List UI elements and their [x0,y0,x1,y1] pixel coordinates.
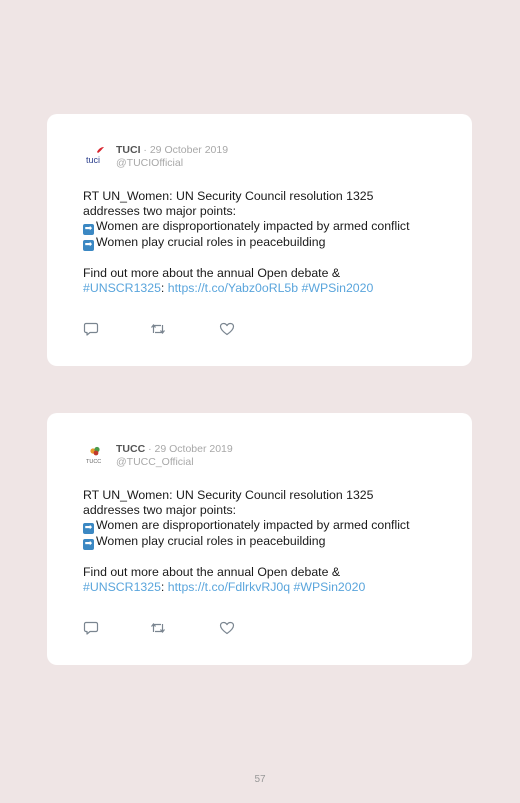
author-handle[interactable]: @TUCIOfficial [116,157,228,170]
like-button[interactable] [219,620,235,636]
right-arrow-icon: ➡ [83,240,94,251]
hashtag-link[interactable]: #UNSCR1325 [83,281,161,295]
retweet-button[interactable] [150,620,166,636]
heart-icon [219,322,235,336]
hashtag-link[interactable]: #WPSin2020 [302,281,374,295]
retweet-icon [151,324,165,334]
tweet-date: 29 October 2019 [149,144,229,156]
tweet-point-text: Women are disproportionately impacted by… [96,518,410,532]
tweet-text: RT UN_Women: UN Security Council resolut… [83,189,458,296]
reply-button[interactable] [83,620,99,636]
author-name[interactable]: TUCI [116,144,141,156]
tweet-point-text: Women play crucial roles in peacebuildin… [96,235,326,249]
tweet-author: TUCC · 29 October 2019 @TUCC_Official [116,443,233,469]
retweet-icon [151,623,165,633]
tweet-line: Find out more about the annual Open deba… [83,565,341,579]
page-number: 57 [254,774,266,785]
tweet-point: ➡ Women are disproportionately impacted b… [83,219,458,235]
colon: : [160,281,165,295]
tweet-links-line: #UNSCR1325: https://t.co/FdlrkvRJ0q #WPS… [83,580,458,595]
avatar[interactable]: TUCC [85,444,107,466]
tweet-point-text: Women play crucial roles in peacebuildin… [96,534,326,548]
right-arrow-icon: ➡ [83,523,94,534]
heart-icon [219,621,235,635]
tweet-point: ➡ Women play crucial roles in peacebuildi… [83,534,458,550]
tweet-line: addresses two major points: [83,204,237,218]
hashtag-link[interactable]: #UNSCR1325 [83,580,161,594]
reply-icon [83,322,99,336]
tweet-line: RT UN_Women: UN Security Council resolut… [83,189,374,203]
author-handle[interactable]: @TUCC_Official [116,456,233,469]
colon: : [160,580,165,594]
tweet-point: ➡ Women are disproportionately impacted b… [83,518,458,534]
tweet-author: TUCI · 29 October 2019 @TUCIOfficial [116,144,228,170]
tweet-date: 29 October 2019 [154,443,233,455]
retweet-button[interactable] [150,321,166,337]
avatar[interactable]: tuci [85,145,107,167]
tweet-card: TUCC TUCC · 29 October 2019 @TUCC_Offici… [47,413,472,665]
avatar-logo-text: tuci [86,155,100,165]
tweet-point-text: Women are disproportionately impacted by… [96,219,410,233]
tweet-line: addresses two major points: [83,503,237,517]
like-button[interactable] [219,321,235,337]
right-arrow-icon: ➡ [83,539,94,550]
separator-dot: · [140,144,150,156]
reply-button[interactable] [83,321,99,337]
author-name[interactable]: TUCC [116,443,145,455]
url-link[interactable]: https://t.co/FdlrkvRJ0q [168,580,290,594]
right-arrow-icon: ➡ [83,224,94,235]
tweet-links-line: #UNSCR1325: https://t.co/Yabz0oRL5b #WPS… [83,281,458,296]
tweet-point: ➡ Women play crucial roles in peacebuildi… [83,235,458,251]
reply-icon [83,621,99,635]
tweet-card: tuci TUCI · 29 October 2019 @TUCIOfficia… [47,114,472,366]
tweet-text: RT UN_Women: UN Security Council resolut… [83,488,458,595]
url-link[interactable]: https://t.co/Yabz0oRL5b [168,281,298,295]
separator-dot: · [145,443,155,455]
tweet-line: RT UN_Women: UN Security Council resolut… [83,488,374,502]
tweet-line: Find out more about the annual Open deba… [83,266,341,280]
avatar-logo-text: TUCC [86,459,101,465]
hashtag-link[interactable]: #WPSin2020 [294,580,366,594]
